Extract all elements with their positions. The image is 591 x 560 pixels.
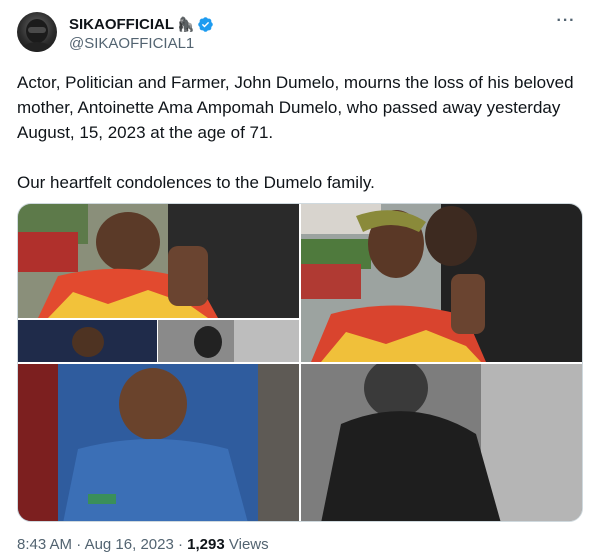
user-handle[interactable]: @SIKAOFFICIAL1 [69, 35, 194, 52]
verified-badge-icon [198, 16, 214, 32]
collage-photo[interactable] [18, 204, 299, 521]
kiss-photo[interactable] [301, 204, 582, 362]
views-label: Views [228, 536, 269, 553]
tweet-meta: 8:43 AM · Aug 16, 2023 · 1,293 Views [17, 536, 269, 553]
kiss-image [301, 204, 582, 362]
display-name[interactable]: SIKAOFFICIAL [69, 16, 174, 33]
collage-image [18, 204, 299, 521]
meta-separator: · [173, 536, 188, 553]
tweet-time[interactable]: 8:43 AM [17, 536, 72, 553]
tweet-date[interactable]: Aug 16, 2023 [85, 536, 174, 553]
bw-portrait-photo[interactable] [301, 364, 582, 521]
tweet-header: SIKAOFFICIAL 🦍 @SIKAOFFICIAL1 ··· [17, 12, 577, 56]
tweet-paragraph: Our heartfelt condolences to the Dumelo … [17, 173, 375, 192]
more-horizontal-icon[interactable]: ··· [555, 13, 577, 32]
bw-portrait-image [301, 364, 582, 521]
tweet-text: Actor, Politician and Farmer, John Dumel… [17, 70, 577, 195]
gorilla-icon: 🦍 [177, 16, 195, 32]
avatar[interactable] [17, 12, 57, 52]
name-row: SIKAOFFICIAL 🦍 [69, 14, 214, 34]
helmet-icon [21, 19, 53, 52]
tweet-paragraph: Actor, Politician and Farmer, John Dumel… [17, 73, 574, 142]
media-grid [17, 203, 583, 522]
views-count: 1,293 [187, 536, 225, 553]
meta-separator: · [72, 536, 85, 553]
